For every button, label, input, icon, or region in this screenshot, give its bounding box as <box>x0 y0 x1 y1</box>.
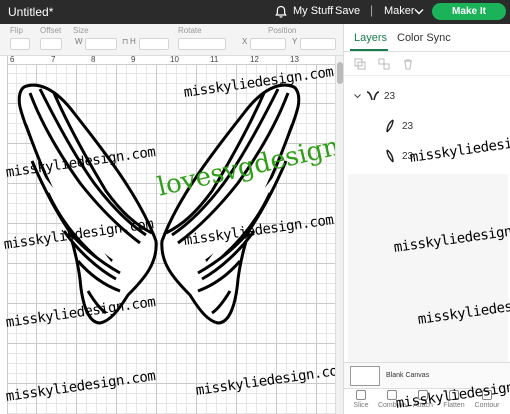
y-input[interactable] <box>300 38 336 50</box>
project-title[interactable]: Untitled* <box>8 5 53 19</box>
group-icon[interactable] <box>354 58 366 70</box>
top-bar: Untitled* My Stuff Save | Maker Make It <box>0 0 510 24</box>
layer-label: 23 <box>384 91 396 102</box>
my-stuff-link[interactable]: My Stuff <box>293 5 333 17</box>
machine-select[interactable]: Maker <box>384 5 415 17</box>
edit-toolbar: Flip Offset Size W ⊓ H Rotate Position X… <box>0 24 343 56</box>
ruler-tick: 12 <box>250 55 259 64</box>
rotate-label: Rotate <box>178 26 202 35</box>
ruler-tick: 6 <box>10 55 15 64</box>
position-label: Position <box>268 26 297 35</box>
layer-row[interactable]: 23 <box>344 116 504 138</box>
width-input[interactable] <box>85 38 117 50</box>
slice-label: Slice <box>353 402 369 409</box>
height-letter: H <box>130 37 136 46</box>
design-canvas[interactable]: misskyliedesign.com misskyliedesign.com … <box>3 64 346 414</box>
layer-actions <box>344 52 510 76</box>
layers-empty-area <box>348 174 508 362</box>
wing-right[interactable] <box>160 83 301 325</box>
layer-group-row[interactable]: 23 <box>344 86 504 108</box>
wing-thumbnail-icon <box>386 149 394 163</box>
x-letter: X <box>242 37 248 46</box>
chevron-down-icon[interactable] <box>414 8 424 16</box>
blank-canvas-label: Blank Canvas <box>386 372 430 379</box>
ruler-tick: 13 <box>290 55 299 64</box>
x-input[interactable] <box>250 38 286 50</box>
tab-layers[interactable]: Layers <box>354 32 387 44</box>
size-label: Size <box>73 26 89 35</box>
make-it-button[interactable]: Make It <box>432 3 506 20</box>
delete-icon[interactable] <box>402 58 414 70</box>
layers-panel: Layers Color Sync 23 23 23 misskyliedesi… <box>343 24 510 414</box>
layer-label: 23 <box>402 121 414 132</box>
left-ruler <box>0 56 8 414</box>
slice-button[interactable]: Slice <box>346 390 376 414</box>
width-letter: W <box>75 37 83 46</box>
rotate-input[interactable] <box>178 38 226 50</box>
ruler-tick: 9 <box>131 55 136 64</box>
wing-left[interactable] <box>17 83 158 325</box>
vertical-scrollbar[interactable] <box>335 56 343 414</box>
panel-tabs: Layers Color Sync <box>344 24 510 52</box>
wing-thumbnail-icon <box>386 119 394 133</box>
tab-color-sync[interactable]: Color Sync <box>397 32 451 44</box>
save-button[interactable]: Save <box>335 5 360 17</box>
top-ruler: 6 7 8 9 10 11 12 13 <box>8 55 335 65</box>
flip-label: Flip <box>10 26 23 35</box>
y-letter: Y <box>292 37 298 46</box>
lock-icon[interactable]: ⊓ <box>122 37 128 46</box>
ruler-tick: 11 <box>210 55 219 64</box>
height-input[interactable] <box>139 38 169 50</box>
ruler-tick: 7 <box>51 55 56 64</box>
chevron-down-icon[interactable] <box>354 94 361 99</box>
offset-label: Offset <box>40 26 62 35</box>
slice-icon <box>356 390 366 400</box>
canvas-swatch[interactable] <box>350 366 380 386</box>
wings-thumbnail-icon <box>366 91 380 101</box>
flip-dropdown[interactable] <box>10 38 30 50</box>
notification-bell-icon[interactable] <box>274 5 288 19</box>
active-tab-indicator <box>350 49 388 51</box>
ruler-tick: 8 <box>91 55 96 64</box>
ruler-tick: 10 <box>170 55 179 64</box>
ungroup-icon[interactable] <box>378 58 390 70</box>
offset-dropdown[interactable] <box>40 38 62 50</box>
contour-label: Contour <box>474 402 500 409</box>
header-divider: | <box>370 3 374 17</box>
